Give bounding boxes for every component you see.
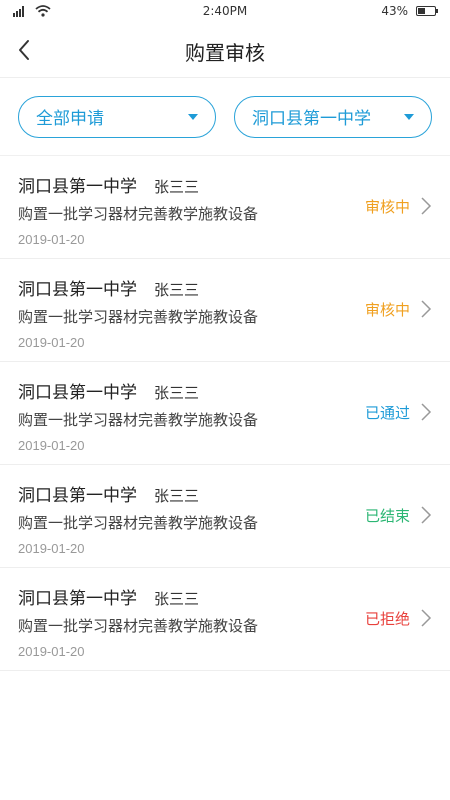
chevron-left-icon[interactable] [12, 37, 38, 63]
status-badge: 审核中 [364, 301, 410, 319]
battery-percent: 43% [381, 4, 408, 18]
nav-bar: 购置审核 [0, 24, 450, 78]
item-school: 洞口县第一中学 [18, 589, 137, 609]
chevron-right-icon [421, 300, 432, 318]
filter-type-label: 全部申请 [36, 109, 104, 129]
application-list: 洞口县第一中学 张三三 购置一批学习器材完善教学施教设备 2019-01-20 … [0, 156, 450, 671]
filter-school-dropdown[interactable]: 洞口县第一中学 [234, 95, 432, 138]
item-applicant: 张三三 [154, 178, 200, 196]
item-header: 洞口县第一中学 张三三 [18, 584, 432, 609]
chevron-right-icon [421, 609, 432, 627]
status-badge: 已通过 [364, 404, 410, 422]
item-date: 2019-01-20 [18, 644, 85, 659]
item-header: 洞口县第一中学 张三三 [18, 378, 432, 403]
list-item[interactable]: 洞口县第一中学 张三三 购置一批学习器材完善教学施教设备 2019-01-20 … [0, 465, 450, 568]
status-bar: 2:40PM 43% [0, 0, 450, 24]
battery-nub [436, 9, 438, 13]
filter-row: 全部申请 洞口县第一中学 [0, 78, 450, 156]
item-header: 洞口县第一中学 张三三 [18, 481, 432, 506]
item-header: 洞口县第一中学 张三三 [18, 275, 432, 300]
caret-down-icon [404, 113, 414, 120]
chevron-right-icon [421, 403, 432, 421]
chevron-right-icon [421, 197, 432, 215]
status-right: 43% [381, 4, 438, 18]
item-school: 洞口县第一中学 [18, 280, 137, 300]
filter-school-label: 洞口县第一中学 [252, 109, 371, 129]
status-badge: 已结束 [364, 507, 410, 525]
chevron-right-icon [421, 506, 432, 524]
item-applicant: 张三三 [154, 384, 200, 402]
item-applicant: 张三三 [154, 590, 200, 608]
item-school: 洞口县第一中学 [18, 177, 137, 197]
item-date: 2019-01-20 [18, 232, 85, 247]
page-title: 购置审核 [185, 41, 265, 65]
list-item[interactable]: 洞口县第一中学 张三三 购置一批学习器材完善教学施教设备 2019-01-20 … [0, 156, 450, 259]
list-item[interactable]: 洞口县第一中学 张三三 购置一批学习器材完善教学施教设备 2019-01-20 … [0, 568, 450, 671]
list-item[interactable]: 洞口县第一中学 张三三 购置一批学习器材完善教学施教设备 2019-01-20 … [0, 259, 450, 362]
status-badge: 审核中 [364, 198, 410, 216]
item-date: 2019-01-20 [18, 438, 85, 453]
item-date: 2019-01-20 [18, 335, 85, 350]
item-applicant: 张三三 [154, 487, 200, 505]
battery-fill [418, 8, 425, 14]
item-date: 2019-01-20 [18, 541, 85, 556]
item-school: 洞口县第一中学 [18, 383, 137, 403]
item-applicant: 张三三 [154, 281, 200, 299]
item-school: 洞口县第一中学 [18, 486, 137, 506]
battery-icon [416, 6, 438, 16]
filter-type-dropdown[interactable]: 全部申请 [18, 95, 216, 138]
item-header: 洞口县第一中学 张三三 [18, 172, 432, 197]
caret-down-icon [188, 113, 198, 120]
status-badge: 已拒绝 [364, 610, 410, 628]
list-item[interactable]: 洞口县第一中学 张三三 购置一批学习器材完善教学施教设备 2019-01-20 … [0, 362, 450, 465]
